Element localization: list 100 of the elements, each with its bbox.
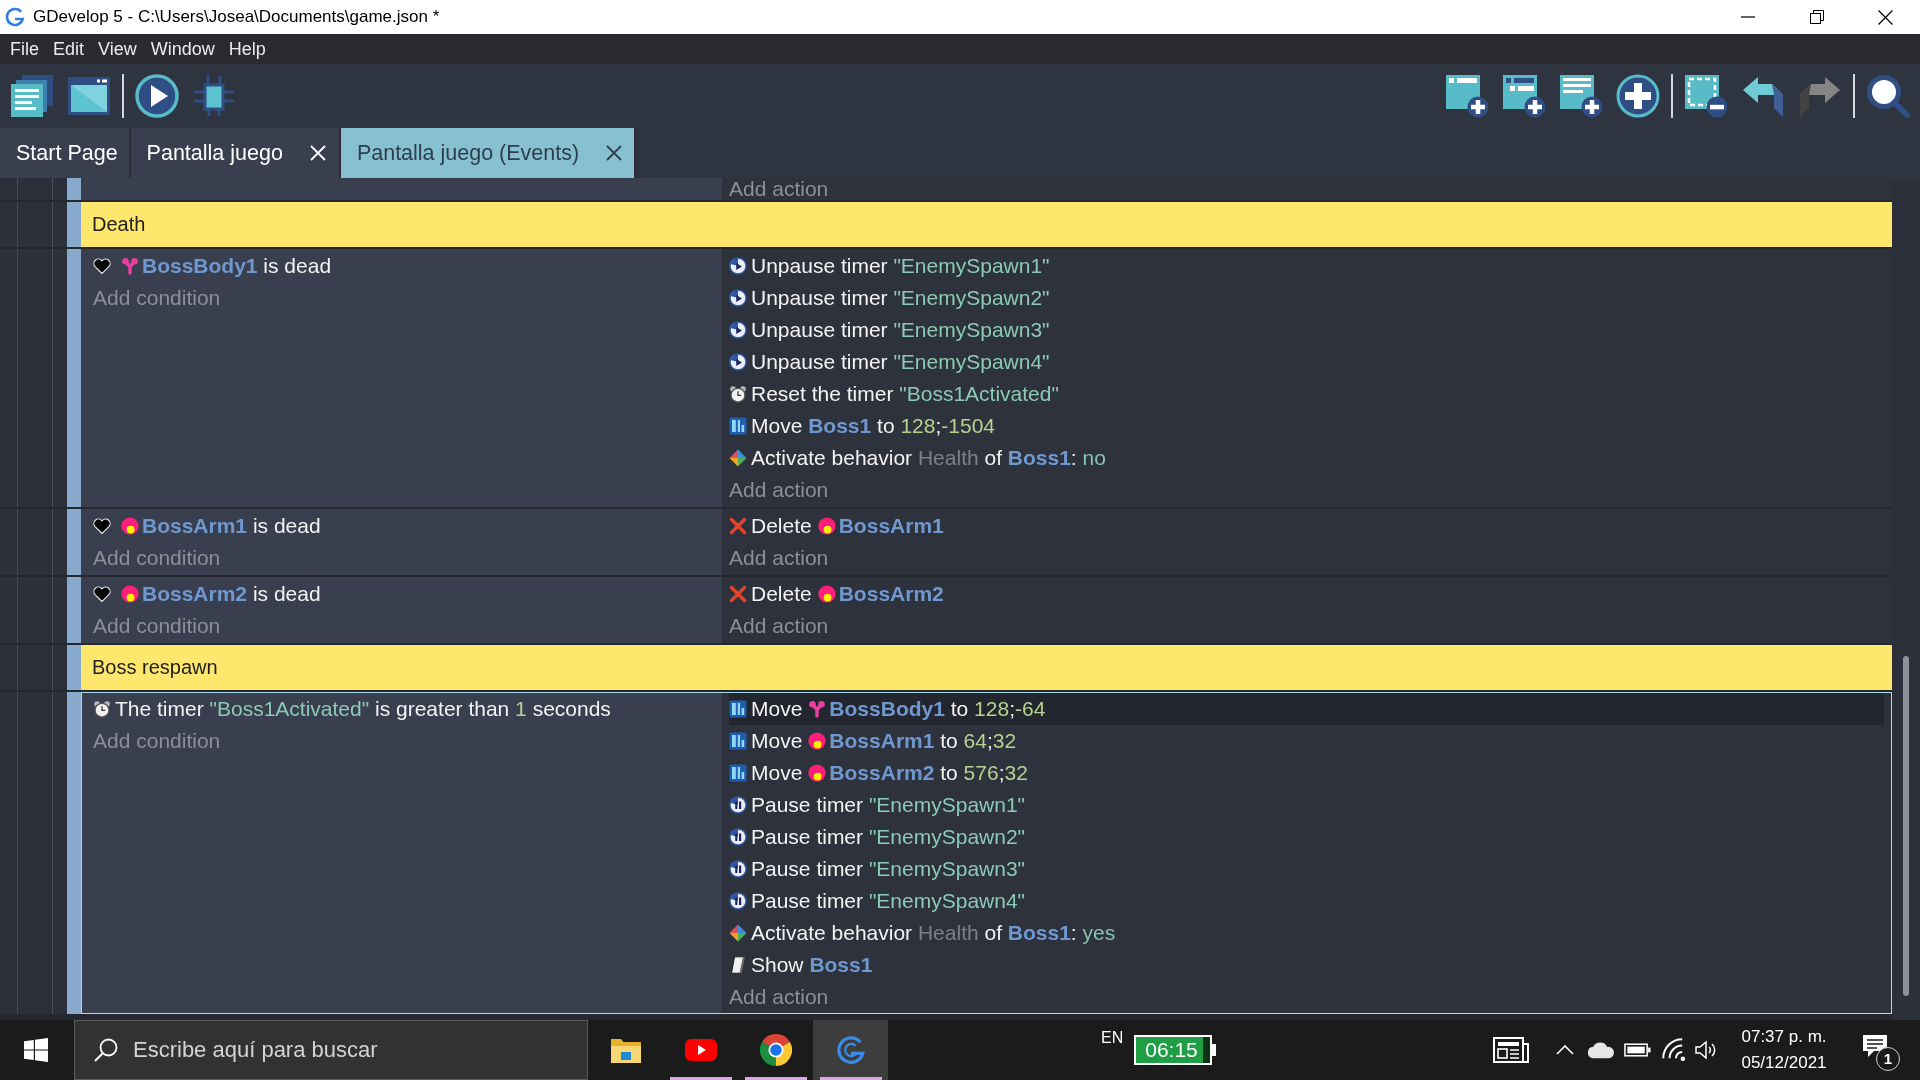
circle-dot-icon: [817, 517, 836, 535]
panel-plus-icon: [1502, 74, 1546, 118]
action-item[interactable]: Pause timer "EnemySpawn1": [729, 789, 1032, 821]
search-icon: [94, 1038, 118, 1062]
drag-handle[interactable]: [67, 645, 81, 690]
cross-icon: [729, 585, 747, 603]
newspaper-icon[interactable]: [1493, 1037, 1529, 1063]
heart-icon: [93, 585, 111, 603]
condition-item[interactable]: BossBody1 is dead: [93, 250, 338, 282]
cloud-icon[interactable]: [1586, 1041, 1615, 1059]
pages-icon: [10, 74, 54, 118]
drag-handle[interactable]: [67, 249, 81, 507]
editor-app-button[interactable]: [813, 1020, 888, 1080]
drag-handle[interactable]: [67, 509, 81, 575]
input-language[interactable]: EN: [1101, 1029, 1124, 1047]
comment-note[interactable]: Boss respawn: [81, 645, 1892, 690]
wifi-icon[interactable]: [1662, 1038, 1686, 1062]
project-manager-button[interactable]: [10, 74, 54, 118]
action-item[interactable]: Unpause timer "EnemySpawn4": [729, 346, 1056, 378]
speaker-icon[interactable]: [1694, 1040, 1718, 1060]
add-button[interactable]: [1616, 74, 1660, 118]
action-item[interactable]: Move BossBody1 to 128;-64: [729, 693, 1884, 725]
close-icon[interactable]: [1878, 9, 1893, 25]
tab[interactable]: Pantalla juego: [130, 128, 341, 178]
tab[interactable]: Pantalla juego (Events): [340, 128, 637, 178]
restore-icon[interactable]: [1809, 10, 1824, 24]
add-action-link[interactable]: Add action: [729, 542, 829, 574]
search-button[interactable]: [1866, 74, 1910, 118]
lines-plus-icon: [1559, 74, 1603, 118]
action-item[interactable]: Pause timer "EnemySpawn4": [729, 885, 1032, 917]
add-action-link[interactable]: Add action: [729, 610, 829, 642]
action-item[interactable]: Move Boss1 to 128;-1504: [729, 410, 1001, 442]
scene-editor-button[interactable]: [67, 74, 111, 118]
redo-icon: [1798, 74, 1842, 118]
action-item[interactable]: Activate behavior Health of Boss1: yes: [729, 917, 1122, 949]
clock-play-icon: [729, 353, 747, 371]
circle-dot-icon: [817, 585, 836, 603]
clock-play-icon: [729, 257, 747, 275]
menu-item[interactable]: File: [3, 38, 46, 60]
battery-icon[interactable]: [1624, 1043, 1651, 1057]
drag-handle[interactable]: [67, 692, 81, 1014]
comment-note[interactable]: Death: [81, 202, 1892, 247]
circle-dot-icon: [808, 732, 827, 750]
chevron-up-icon[interactable]: [1556, 1045, 1574, 1055]
heart-icon: [93, 517, 111, 535]
action-item[interactable]: Unpause timer "EnemySpawn2": [729, 282, 1056, 314]
condition-item[interactable]: The timer "Boss1Activated" is greater than 1 seconds: [93, 693, 617, 725]
action-item[interactable]: Show Boss1: [729, 949, 879, 981]
battery-time-widget: 06:15: [1134, 1035, 1216, 1065]
bars-tile-icon: [729, 417, 747, 435]
search-field[interactable]: Escribe aquí para buscar: [74, 1020, 588, 1080]
clock-date[interactable]: 05/12/2021: [1741, 1053, 1827, 1073]
action-item[interactable]: Pause timer "EnemySpawn3": [729, 853, 1032, 885]
scrollbar-thumb[interactable]: [1903, 656, 1909, 996]
undo-button[interactable]: [1741, 74, 1785, 118]
menu-item[interactable]: Window: [143, 38, 222, 60]
add-comment-button[interactable]: [1559, 74, 1603, 118]
action-item[interactable]: Activate behavior Health of Boss1: no: [729, 442, 1112, 474]
clock-pause-icon: [729, 892, 747, 910]
tree-guide-lines: [17, 577, 53, 643]
clock-time[interactable]: 07:37 p. m.: [1741, 1027, 1827, 1047]
drag-handle[interactable]: [67, 178, 81, 200]
g-logo-icon: [835, 1035, 866, 1065]
slanted-card-icon: [729, 956, 747, 974]
action-item[interactable]: Pause timer "EnemySpawn2": [729, 821, 1032, 853]
condition-item[interactable]: BossArm1 is dead: [93, 510, 327, 542]
clock-play-icon: [729, 321, 747, 339]
action-item[interactable]: Unpause timer "EnemySpawn1": [729, 250, 1056, 282]
condition-item[interactable]: BossArm2 is dead: [93, 578, 327, 610]
panel-minus-icon: [1684, 74, 1728, 118]
windows-logo-icon: [24, 1038, 48, 1062]
debugger-button[interactable]: [192, 74, 236, 118]
minimize-icon[interactable]: [1740, 16, 1755, 18]
add-action-link[interactable]: Add action: [729, 179, 829, 199]
g-logo-icon: [5, 7, 25, 27]
action-item[interactable]: Unpause timer "EnemySpawn3": [729, 314, 1056, 346]
add-action-link[interactable]: Add action: [729, 474, 829, 506]
menu-item[interactable]: Edit: [46, 38, 92, 60]
preview-button[interactable]: [135, 74, 179, 118]
plus-circle-icon: [1616, 74, 1660, 118]
tree-guide-lines: [17, 509, 53, 575]
menu-item[interactable]: View: [91, 38, 144, 60]
action-item[interactable]: Move BossArm2 to 576;32: [729, 757, 1034, 789]
action-item[interactable]: Delete BossArm1: [729, 510, 950, 542]
tab[interactable]: Start Page: [0, 128, 131, 178]
bars-tile-icon: [729, 764, 747, 782]
add-sub-event-button[interactable]: [1502, 74, 1546, 118]
menu-item[interactable]: Help: [221, 38, 273, 60]
action-item[interactable]: Reset the timer "Boss1Activated": [729, 378, 1065, 410]
action-item[interactable]: Delete BossArm2: [729, 578, 950, 610]
y-shape-icon: [808, 700, 827, 718]
circle-dot-icon: [808, 764, 827, 782]
add-action-link[interactable]: Add action: [729, 981, 829, 1013]
action-item[interactable]: Move BossArm1 to 64;32: [729, 725, 1023, 757]
circle-dot-icon: [121, 517, 139, 535]
drag-handle[interactable]: [67, 202, 81, 247]
clock-pause-icon: [729, 860, 747, 878]
add-event-button[interactable]: [1445, 74, 1489, 118]
delete-button[interactable]: [1684, 74, 1728, 118]
drag-handle[interactable]: [67, 577, 81, 643]
